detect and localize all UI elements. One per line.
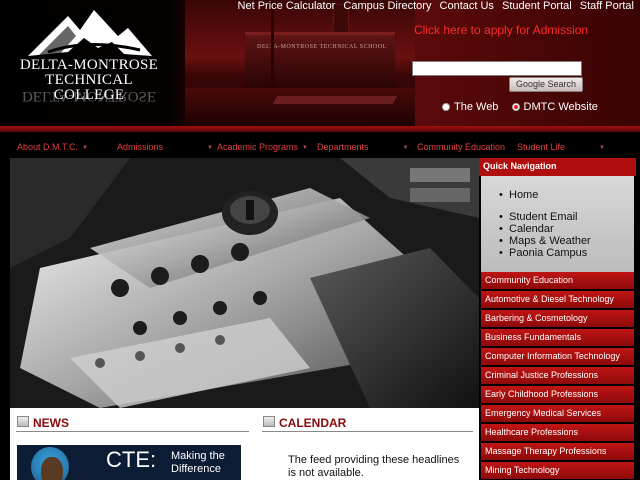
- toplink-net-price-calculator[interactable]: Net Price Calculator: [238, 0, 336, 12]
- quick-link-maps-weather[interactable]: Maps & Weather: [499, 235, 591, 247]
- mountains-logo-icon: [28, 10, 152, 56]
- toplink-student-portal[interactable]: Student Portal: [502, 0, 572, 12]
- scope-dmtc-label: DMTC Website: [523, 101, 598, 113]
- nav-community-education-label: Community Education: [417, 142, 506, 152]
- nav-departments[interactable]: Departments ▼: [317, 142, 408, 152]
- program-community-education[interactable]: Community Education: [481, 272, 634, 290]
- chevron-down-icon: ▼: [82, 144, 88, 151]
- chevron-down-icon: ▼: [207, 144, 213, 151]
- nav-admissions[interactable]: Admissions ▼: [117, 142, 213, 152]
- photo-building: [245, 32, 395, 88]
- logo-name-text: DELTA-MONTROSE: [19, 57, 159, 73]
- toplink-campus-directory[interactable]: Campus Directory: [343, 0, 431, 12]
- cte-banner-line2: Difference: [171, 463, 221, 475]
- program-early-childhood[interactable]: Early Childhood Professions: [481, 386, 634, 404]
- search-scope: The Web DMTC Website: [442, 101, 608, 113]
- program-computer-information-technology[interactable]: Computer Information Technology: [481, 348, 634, 366]
- calendar-header: CALENDAR: [262, 414, 473, 432]
- photo-building-sign: DELTA-MONTROSE TECHNICAL SCHOOL: [257, 44, 387, 50]
- cte-banner[interactable]: CTE: Making the Difference: [17, 445, 241, 480]
- apply-admission-link[interactable]: Click here to apply for Admission: [414, 23, 588, 37]
- program-automotive-diesel[interactable]: Automotive & Diesel Technology: [481, 291, 634, 309]
- nav-about[interactable]: About D.M.T.C. ▼: [17, 142, 88, 152]
- content-columns: NEWS CALENDAR CTE: Making the Difference…: [10, 408, 479, 480]
- site-header: DELTA-MONTROSE TECHNICAL SCHOOL DELTA-MO…: [0, 0, 640, 126]
- quick-link-paonia-campus[interactable]: Paonia Campus: [499, 247, 587, 259]
- quick-nav-title: Quick Navigation: [479, 158, 636, 176]
- nav-student-life-label: Student Life: [517, 142, 566, 152]
- google-search-button[interactable]: Google Search: [509, 77, 583, 92]
- photo-pole: [271, 0, 274, 96]
- college-logo[interactable]: DELTA-MONTROSE TECHNICAL COLLEGE DELTA-M…: [16, 8, 162, 126]
- nav-about-label: About D.M.T.C.: [17, 142, 79, 152]
- scope-option-web[interactable]: The Web: [442, 101, 498, 113]
- school-building-photo: DELTA-MONTROSE TECHNICAL SCHOOL: [185, 0, 415, 126]
- program-business-fundamentals[interactable]: Business Fundamentals: [481, 329, 634, 347]
- program-healthcare-professions[interactable]: Healthcare Professions: [481, 424, 634, 442]
- banner-photo-face: [41, 457, 63, 480]
- toplink-contact-us[interactable]: Contact Us: [440, 0, 494, 12]
- photo-walkway: [272, 96, 398, 104]
- scope-web-label: The Web: [454, 101, 499, 113]
- toplink-staff-portal[interactable]: Staff Portal: [580, 0, 634, 12]
- main-nav: About D.M.T.C. ▼ Admissions ▼ Academic Pro…: [0, 132, 640, 158]
- news-title: NEWS: [33, 416, 69, 430]
- scope-dmtc-radio[interactable]: [511, 103, 520, 112]
- engine-illustration: [10, 158, 479, 408]
- hero-engine-image: [10, 158, 479, 408]
- nav-community-education[interactable]: Community Education: [417, 142, 505, 152]
- search-input[interactable]: [412, 61, 582, 76]
- calendar-feed-message: The feed providing these headlines is no…: [288, 454, 460, 479]
- quick-navigation: Quick Navigation Home Student Email Cale…: [479, 158, 636, 480]
- program-barbering-cosmetology[interactable]: Barbering & Cosmetology: [481, 310, 634, 328]
- quick-links-list: Home Student Email Calendar Maps & Weath…: [481, 176, 634, 272]
- chevron-down-icon: ▼: [302, 144, 308, 151]
- program-mining-technology[interactable]: Mining Technology: [481, 462, 634, 480]
- feed-icon: [263, 416, 275, 427]
- cte-banner-heading: CTE:: [106, 447, 157, 472]
- feed-icon: [17, 416, 29, 427]
- top-links: Net Price Calculator Campus Directory Co…: [233, 0, 634, 12]
- news-header: NEWS: [16, 414, 249, 432]
- scope-web-radio[interactable]: [442, 103, 450, 112]
- nav-student-life[interactable]: Student Life ▼: [517, 142, 605, 152]
- nav-departments-label: Departments: [317, 142, 369, 152]
- chevron-down-icon: ▼: [599, 144, 605, 151]
- photo-lawn: [185, 88, 415, 126]
- cte-banner-line1: Making the: [171, 450, 225, 462]
- calendar-title: CALENDAR: [279, 416, 347, 430]
- nav-academic-programs-label: Academic Programs: [217, 142, 299, 152]
- logo-reflection: DELTA-MONTROSE: [21, 88, 157, 104]
- program-criminal-justice[interactable]: Criminal Justice Professions: [481, 367, 634, 385]
- scope-option-dmtc[interactable]: DMTC Website: [511, 101, 598, 113]
- chevron-down-icon: ▼: [402, 144, 409, 151]
- quick-link-home[interactable]: Home: [499, 189, 538, 201]
- nav-admissions-label: Admissions: [117, 142, 164, 152]
- program-emergency-medical-services[interactable]: Emergency Medical Services: [481, 405, 634, 423]
- quick-link-calendar[interactable]: Calendar: [499, 223, 554, 235]
- nav-academic-programs[interactable]: Academic Programs ▼: [217, 142, 308, 152]
- quick-link-student-email[interactable]: Student Email: [499, 211, 578, 223]
- program-massage-therapy[interactable]: Massage Therapy Professions: [481, 443, 634, 461]
